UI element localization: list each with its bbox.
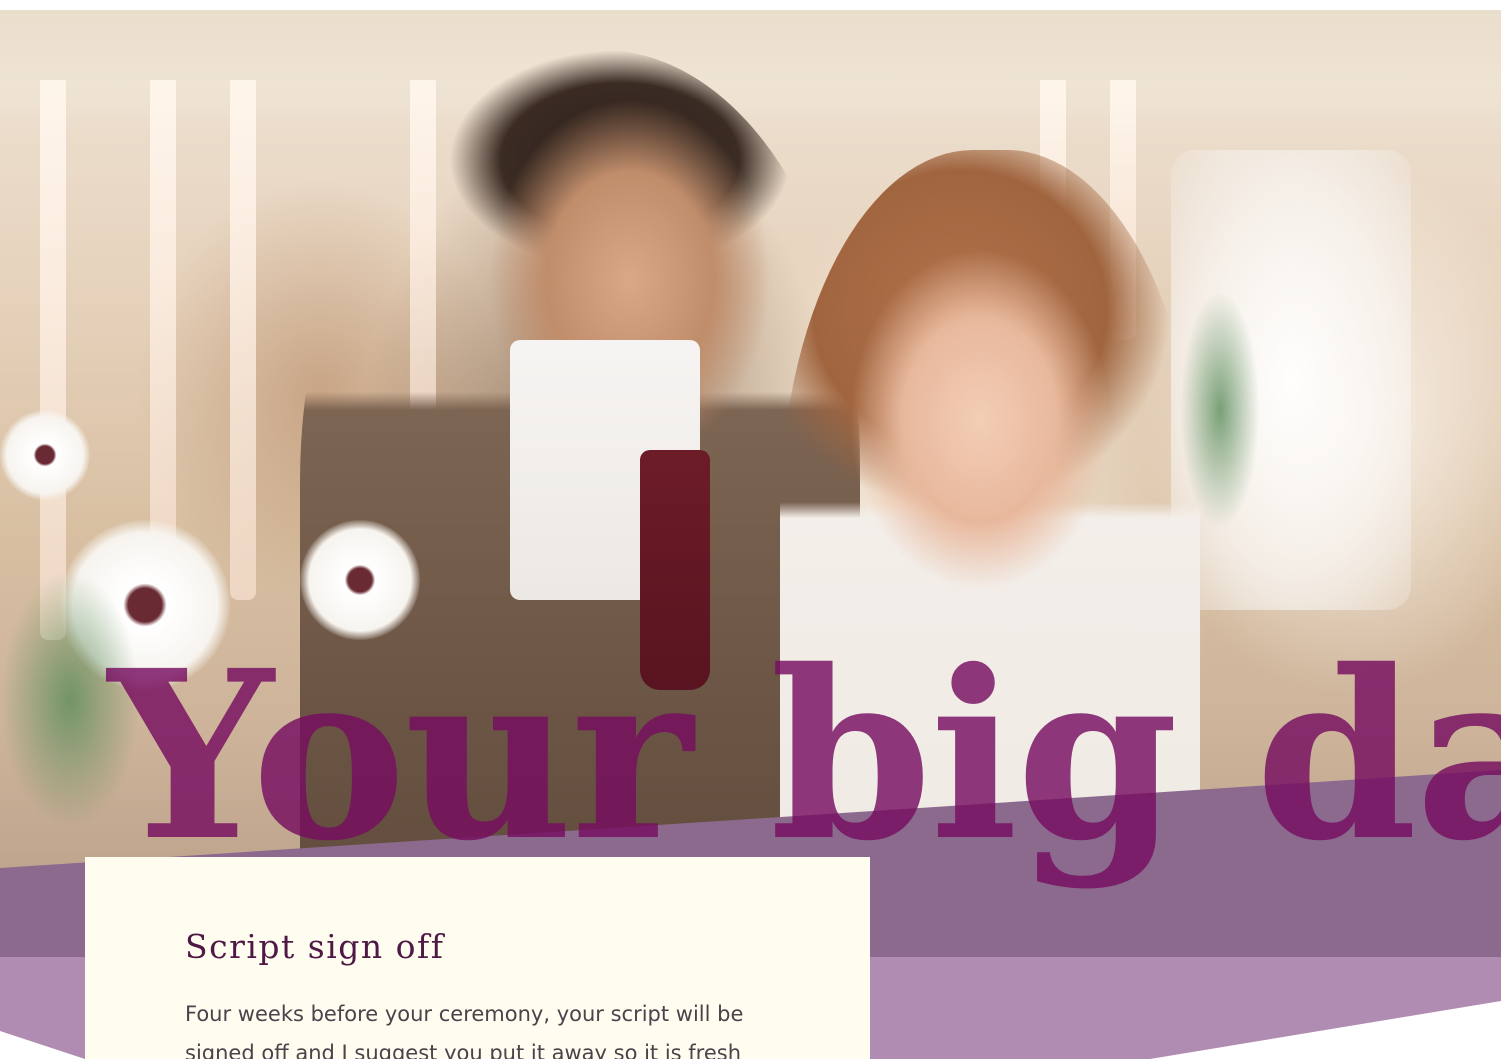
daisy-flower <box>0 410 90 500</box>
hero-photo-ceiling <box>0 10 1501 130</box>
card-text: Four weeks before your ceremony, your sc… <box>185 1002 744 1059</box>
hero-photo-foliage <box>1180 290 1260 530</box>
hero-photo-ribbon <box>40 80 66 640</box>
hero-title: Your big day <box>108 619 1501 892</box>
hero-photo-ribbon <box>150 80 176 560</box>
script-sign-off-card: Script sign off Four weeks before your c… <box>85 857 870 1059</box>
page: Your big day Script sign off Four weeks … <box>0 0 1501 1059</box>
hero-photo-ribbon <box>230 80 256 600</box>
card-title: Script sign off <box>185 927 445 966</box>
